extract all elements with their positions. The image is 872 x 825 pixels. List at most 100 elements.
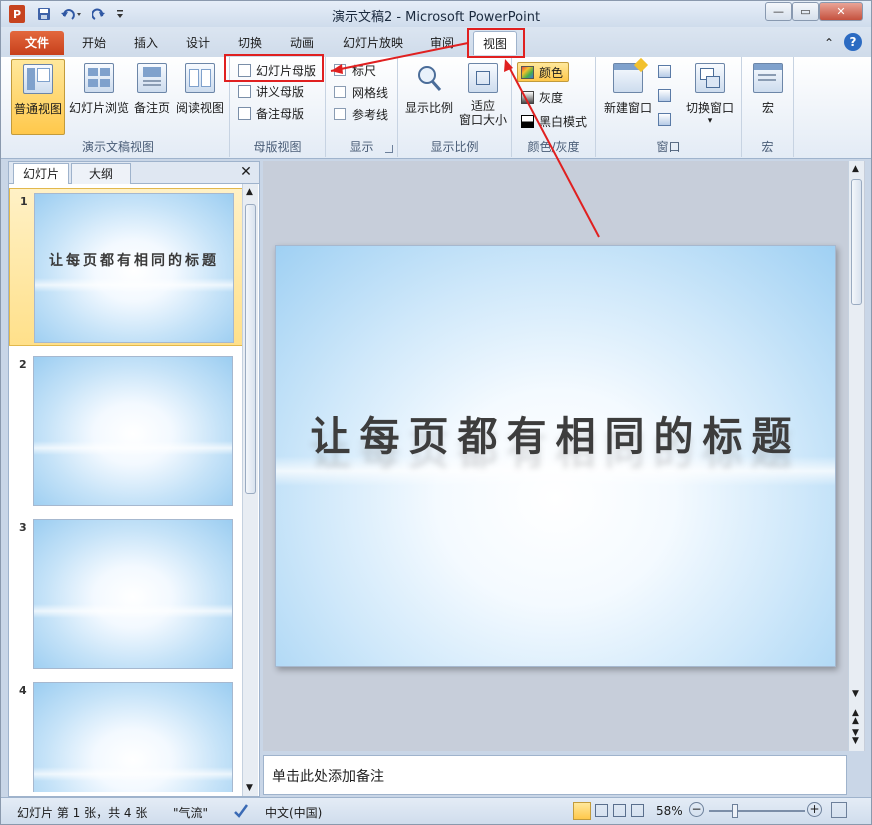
guides-check-icon [334,108,346,120]
maximize-button[interactable]: ▭ [792,2,819,21]
slide-thumbnail[interactable] [33,356,233,506]
tab-slideshow[interactable]: 幻灯片放映 [335,31,411,55]
color-icon [521,65,534,79]
guides-checkbox[interactable]: 参考线 [334,104,388,124]
new-window-label: 新建窗口 [603,101,652,115]
scroll-up-icon[interactable]: ▲ [852,164,859,174]
handout-master-label: 讲义母版 [256,84,305,99]
slide-thumbnail-row[interactable]: 4 [9,678,243,792]
tab-design[interactable]: 设计 [177,31,219,55]
fit-slide-icon[interactable] [831,802,847,818]
fit-window-icon [468,63,498,93]
slide-number: 4 [19,684,27,697]
normal-view-icon [23,64,53,94]
slide-count-status[interactable]: 幻灯片 第 1 张，共 4 张 [17,804,147,821]
theme-status[interactable]: "气流" [173,804,208,821]
reading-view-button[interactable]: 阅读视图 [173,59,227,135]
notes-master-icon [238,106,251,120]
move-split-icon[interactable] [658,113,671,126]
group-zoom: 显示比例 适应 窗口大小 显示比例 [398,57,512,157]
tab-animations[interactable]: 动画 [281,31,323,55]
notes-area[interactable]: 单击此处添加备注 [263,755,847,795]
ruler-checkbox[interactable]: 标尺 [334,60,376,80]
sorter-view-status-icon[interactable] [595,804,608,817]
group-label-zoom: 显示比例 [430,140,479,154]
thumbnail-title: 让每页都有相同的标题 [49,253,219,269]
handout-master-button[interactable]: 讲义母版 [238,81,304,101]
tab-review[interactable]: 审阅 [421,31,463,55]
cascade-icon[interactable] [658,89,671,102]
zoom-slider[interactable] [709,804,805,818]
slide-thumbnail[interactable] [33,519,233,669]
tab-home[interactable]: 开始 [73,31,115,55]
arrange-all-icon[interactable] [658,65,671,78]
close-button[interactable]: ✕ [819,2,863,21]
slide-number: 3 [19,521,27,534]
new-window-button[interactable]: 新建窗口 [600,57,656,135]
slide-editing-pane: 让每页都有相同的标题 ▲ ▼ ▲ ▲ ▼ ▼ [263,161,865,751]
slide-sorter-label: 幻灯片浏览 [68,101,129,115]
language-status[interactable]: 中文(中国) [265,804,322,821]
slide-sorter-button[interactable]: 幻灯片浏览 [67,59,131,135]
slide-thumbnail-row[interactable]: 3 [9,515,243,673]
slide-title[interactable]: 让每页都有相同的标题 [276,404,835,462]
tab-outline[interactable]: 大纲 [71,163,131,184]
slide-thumbnail[interactable] [33,682,233,792]
switch-window-button[interactable]: 切换窗口 ▾ [680,59,740,135]
thumbnails-scrollbar[interactable]: ▲ ▼ [242,184,258,796]
slide-scrollbar[interactable]: ▲ ▼ ▲ ▲ ▼ ▼ [848,161,864,751]
gridlines-checkbox[interactable]: 网格线 [334,82,388,102]
slide-master-button[interactable]: 幻灯片母版 [238,60,316,80]
tab-slides[interactable]: 幻灯片 [13,163,69,184]
grayscale-button[interactable]: 灰度 [521,87,563,107]
zoom-in-icon[interactable]: + [807,802,822,817]
current-slide[interactable]: 让每页都有相同的标题 [275,245,836,667]
zoom-slider-knob[interactable] [731,804,738,818]
zoom-out-icon[interactable]: − [689,802,704,817]
slides-pane: 幻灯片 大纲 ✕ 1 让每页都有相同的标题 2 3 4 ▲ ▼ [8,161,260,797]
group-show: 标尺 网格线 参考线 显示 [326,57,398,157]
next-slide-icon[interactable]: ▼ ▼ [852,729,859,746]
magnifier-icon [414,63,444,93]
scroll-up-icon[interactable]: ▲ [246,187,253,197]
ribbon-tabs: 文件 开始 插入 设计 切换 动画 幻灯片放映 审阅 视图 ⌃ ? [1,27,871,57]
tab-file[interactable]: 文件 [10,31,64,55]
gridlines-label: 网格线 [352,85,389,100]
help-icon[interactable]: ? [844,33,862,51]
scroll-down-icon[interactable]: ▼ [852,689,859,699]
slide-thumbnail-row[interactable]: 2 [9,352,243,510]
zoom-level[interactable]: 58% [656,804,683,818]
black-white-label: 黑白模式 [539,114,588,129]
scrollbar-thumb[interactable] [851,179,862,305]
color-button[interactable]: 颜色 [517,62,570,82]
notes-master-button[interactable]: 备注母版 [238,103,304,123]
normal-view-status-icon[interactable] [573,802,591,820]
dialog-launcher-icon[interactable] [385,145,393,153]
minimize-button[interactable]: — [765,2,792,21]
ribbon-collapse-icon[interactable]: ⌃ [821,31,837,55]
scrollbar-thumb[interactable] [245,204,256,494]
tab-view[interactable]: 视图 [473,31,517,55]
slide-master-icon [238,63,251,77]
pane-close-icon[interactable]: ✕ [237,164,255,182]
slide-thumbnail-row[interactable]: 1 让每页都有相同的标题 [9,188,243,346]
normal-view-button[interactable]: 普通视图 [11,59,65,135]
tab-transitions[interactable]: 切换 [229,31,271,55]
reading-view-status-icon[interactable] [613,804,626,817]
spell-check-icon[interactable] [233,802,249,821]
fit-window-label-1: 适应 [470,99,495,113]
handout-master-icon [238,84,251,98]
previous-slide-icon[interactable]: ▲ ▲ [852,709,859,726]
pane-tabs: 幻灯片 大纲 ✕ [9,162,259,184]
fit-window-label-2: 窗口大小 [458,113,507,127]
notes-page-button[interactable]: 备注页 [131,59,173,135]
tab-insert[interactable]: 插入 [125,31,167,55]
slideshow-status-icon[interactable] [631,804,644,817]
fit-to-window-button[interactable]: 适应 窗口大小 [456,59,510,135]
zoom-button[interactable]: 显示比例 [402,59,456,135]
scroll-down-icon[interactable]: ▼ [246,783,253,793]
black-white-button[interactable]: 黑白模式 [521,111,587,131]
slide-thumbnail[interactable]: 让每页都有相同的标题 [34,193,234,343]
group-master-views: 幻灯片母版 讲义母版 备注母版 母版视图 [230,57,326,157]
macros-button[interactable]: 宏 [750,59,786,135]
